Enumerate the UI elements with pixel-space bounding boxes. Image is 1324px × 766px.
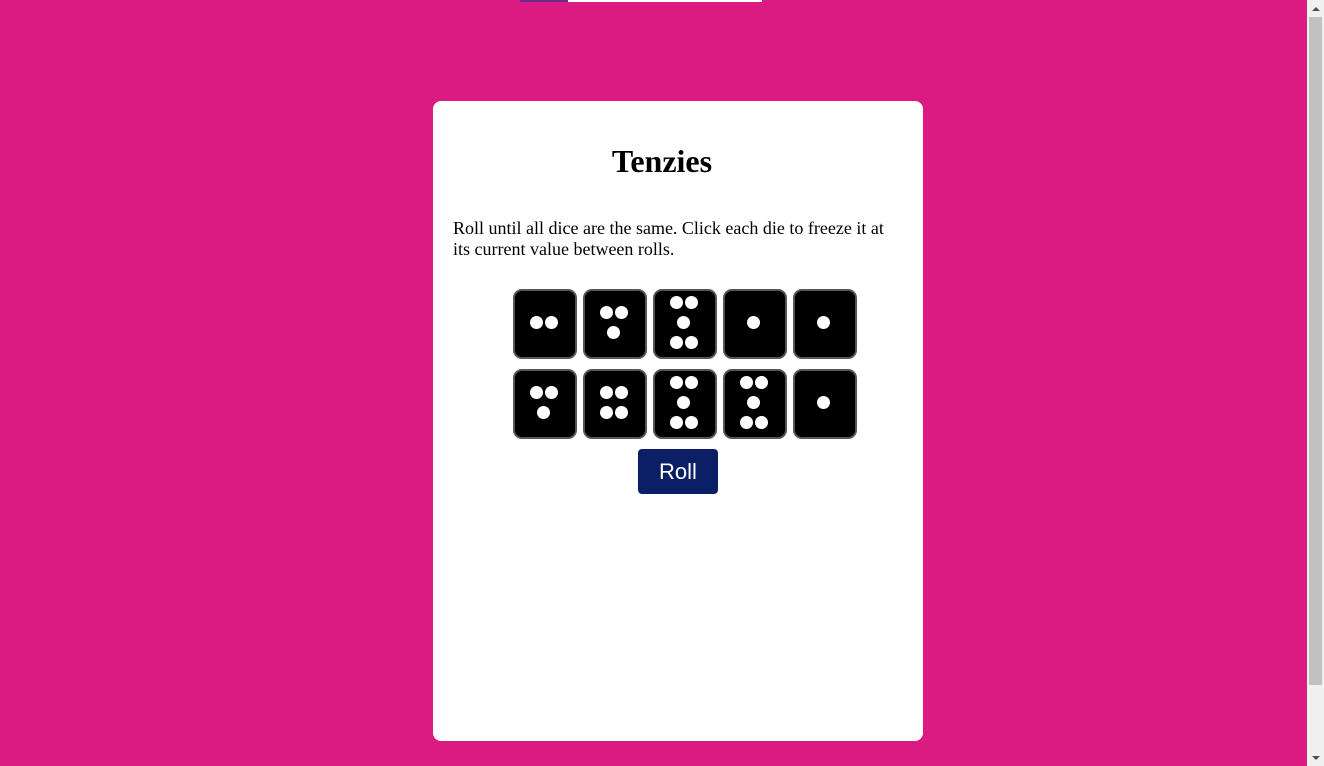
die-pip-icon <box>676 315 690 329</box>
die-pip-icon <box>669 295 683 309</box>
die-pip-icon <box>669 335 683 349</box>
scroll-up-icon[interactable] <box>1307 0 1324 17</box>
die-10[interactable] <box>793 369 857 439</box>
die-pip-icon <box>684 295 698 309</box>
die-pip-icon <box>816 315 830 329</box>
die-2[interactable] <box>583 289 647 359</box>
instructions-text: Roll until all dice are the same. Click … <box>453 218 884 259</box>
die-pip-icon <box>754 375 768 389</box>
die-pip-icon <box>739 375 753 389</box>
die-pip-icon <box>746 315 760 329</box>
scroll-down-icon[interactable] <box>1307 749 1324 766</box>
die-pip-icon <box>816 395 830 409</box>
scroll-thumb[interactable] <box>1309 17 1322 685</box>
die-pip-icon <box>669 415 683 429</box>
die-pip-icon <box>614 405 628 419</box>
top-bar <box>520 0 762 2</box>
die-pip-icon <box>536 405 550 419</box>
die-pip-icon <box>529 315 543 329</box>
die-pip-icon <box>739 415 753 429</box>
die-pip-icon <box>676 395 690 409</box>
die-6[interactable] <box>513 369 577 439</box>
roll-button[interactable]: Roll <box>638 449 718 494</box>
die-pip-icon <box>599 385 613 399</box>
die-pip-icon <box>614 385 628 399</box>
die-pip-icon <box>684 335 698 349</box>
die-7[interactable] <box>583 369 647 439</box>
die-pip-icon <box>754 415 768 429</box>
die-pip-icon <box>614 305 628 319</box>
die-3[interactable] <box>653 289 717 359</box>
dice-grid <box>513 289 857 439</box>
die-pip-icon <box>599 405 613 419</box>
die-pip-icon <box>746 395 760 409</box>
die-5[interactable] <box>793 289 857 359</box>
die-pip-icon <box>544 315 558 329</box>
die-9[interactable] <box>723 369 787 439</box>
die-1[interactable] <box>513 289 577 359</box>
die-8[interactable] <box>653 369 717 439</box>
die-pip-icon <box>544 385 558 399</box>
die-pip-icon <box>684 375 698 389</box>
die-pip-icon <box>606 325 620 339</box>
vertical-scrollbar[interactable] <box>1307 0 1324 766</box>
die-4[interactable] <box>723 289 787 359</box>
page-title: Tenzies <box>611 143 713 179</box>
die-pip-icon <box>669 375 683 389</box>
die-pip-icon <box>529 385 543 399</box>
die-pip-icon <box>684 415 698 429</box>
die-pip-icon <box>599 305 613 319</box>
